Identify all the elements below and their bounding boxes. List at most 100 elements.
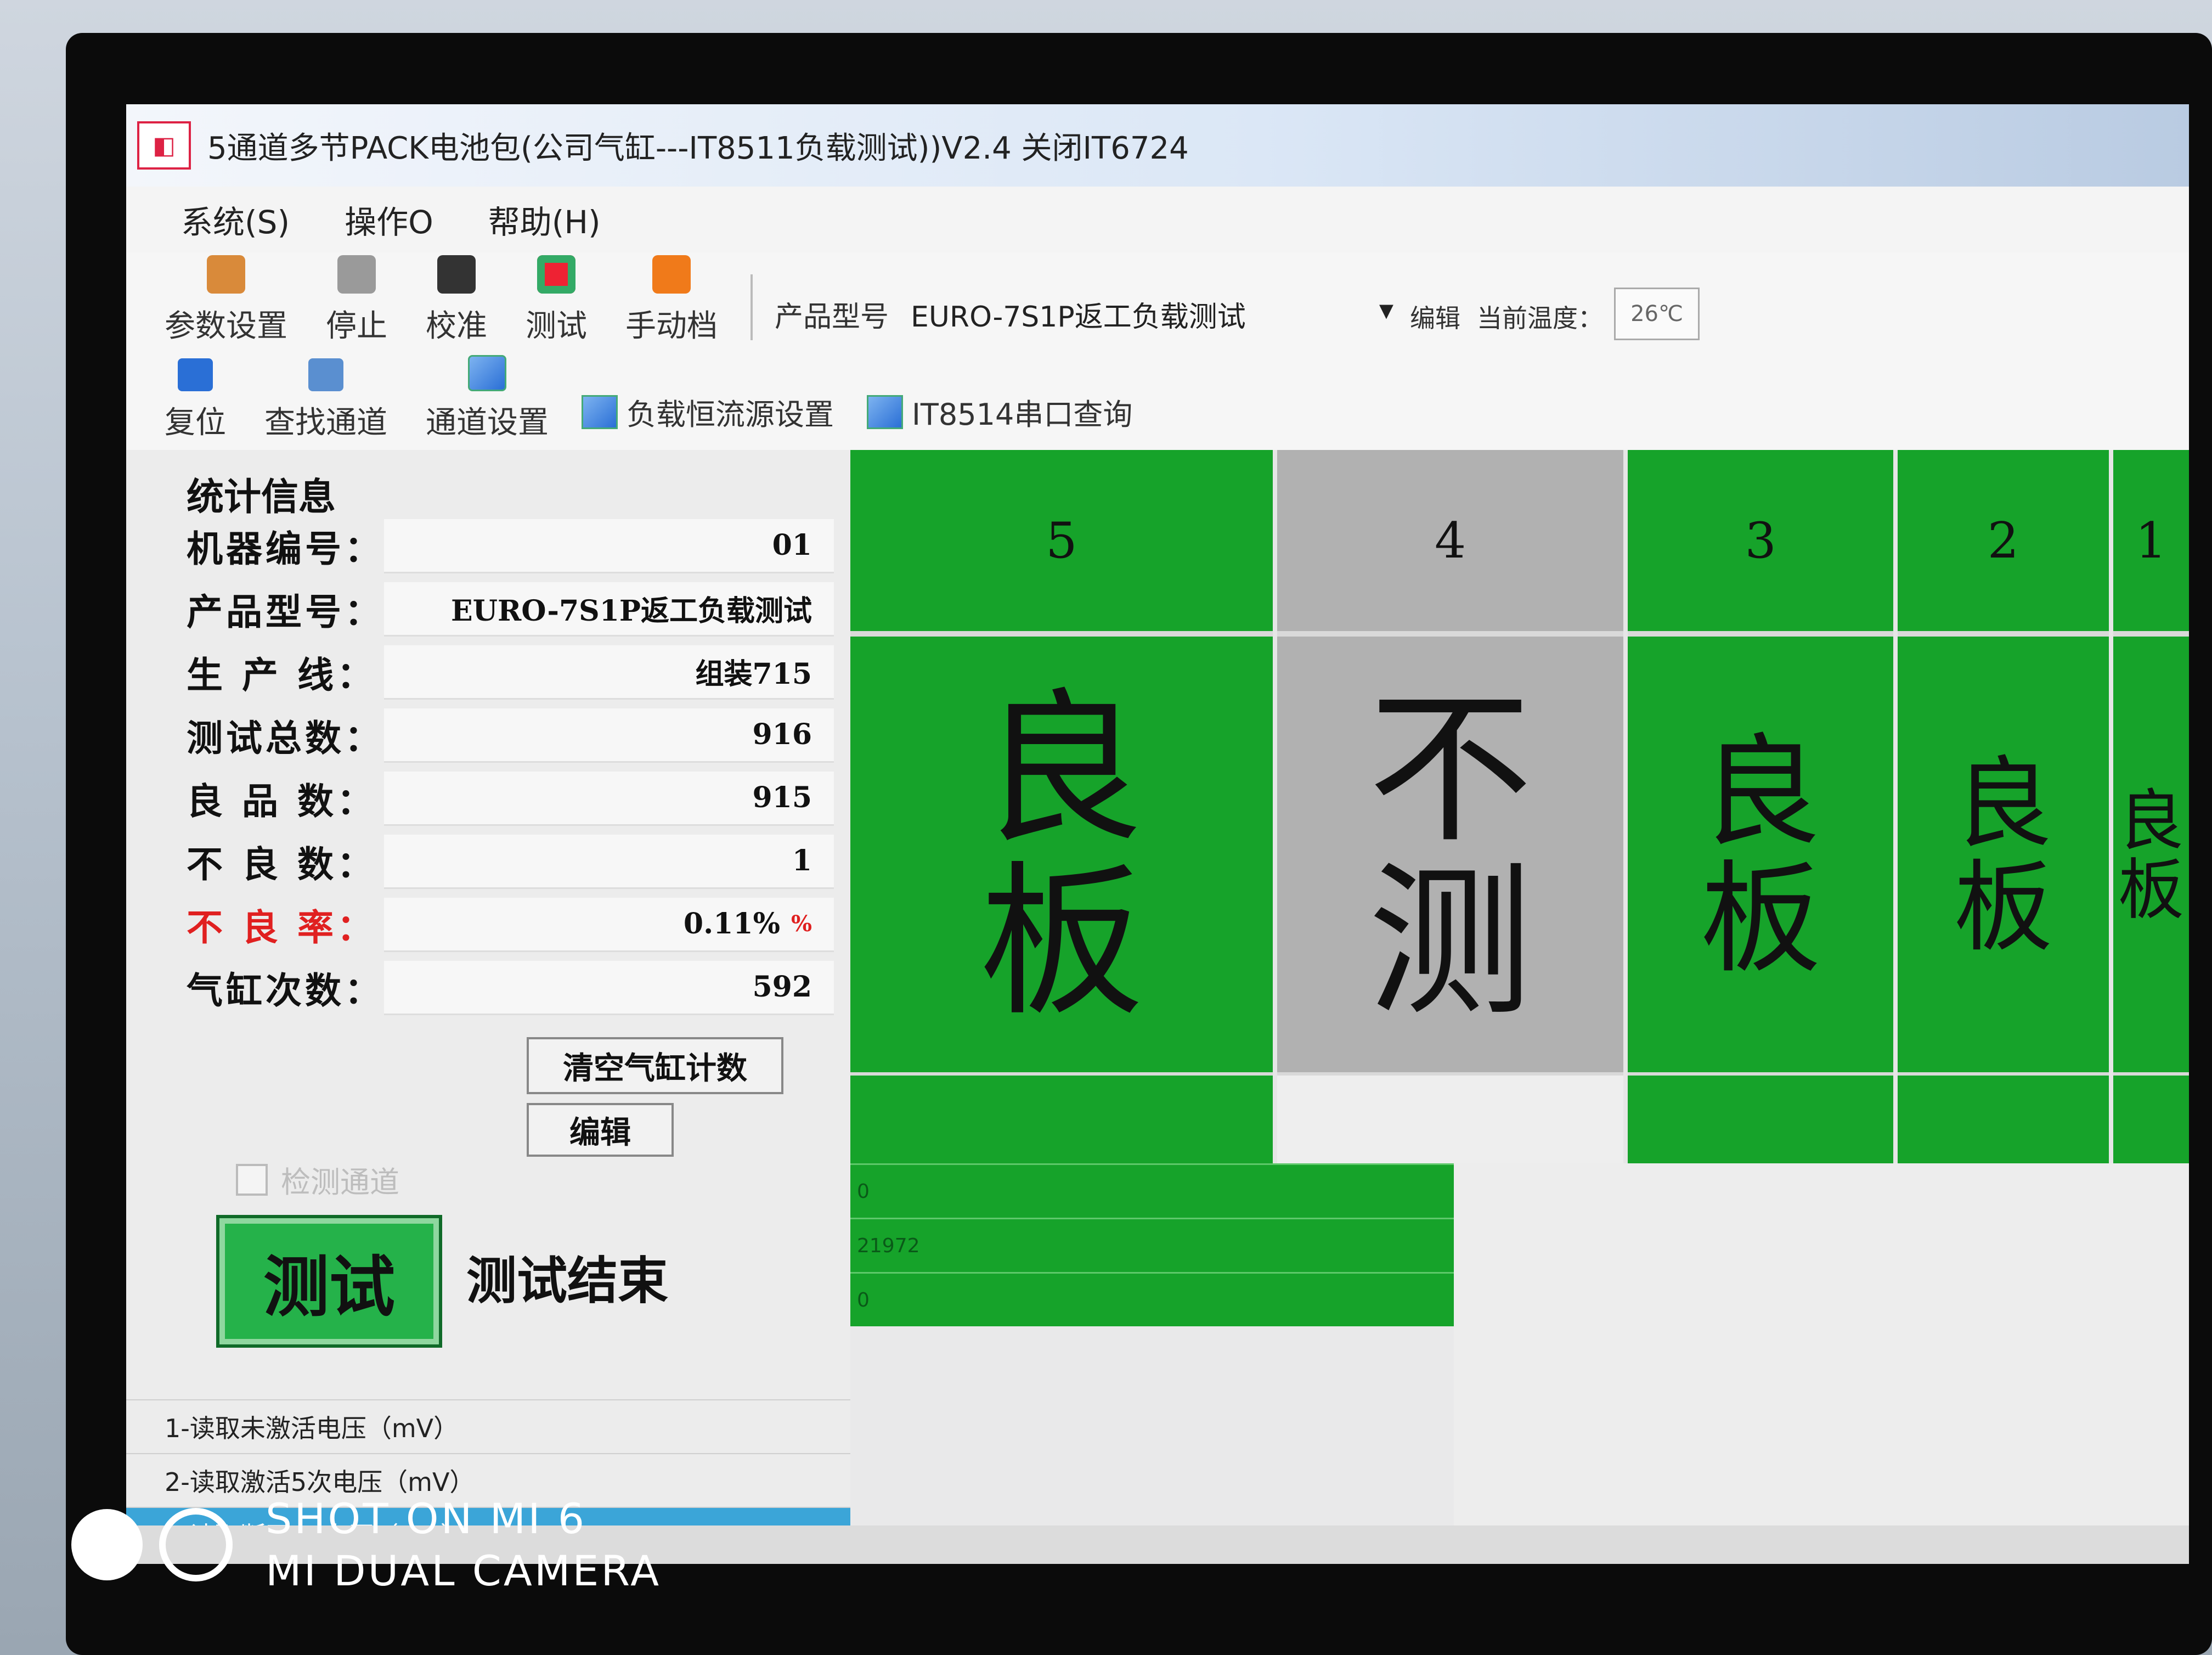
camera-watermark: SHOT ON MI 6 MI DUAL CAMERA [71,1493,661,1597]
stop-label: 停止 [326,308,387,344]
test-toolbar-label: 测试 [526,308,587,344]
find-channel-label: 查找通道 [264,405,387,441]
bad-label: 不 良 数： [187,843,376,886]
bad-value: 1 [384,834,834,889]
channel-number: 4 [1277,450,1624,637]
good-value: 915 [384,771,834,826]
channel-5-readings: 0 21972 0 [850,1163,1454,1326]
watermark-line2: MI DUAL CAMERA [266,1546,662,1595]
statistics-panel: 统计信息 机器编号： 01 产品型号： EURO-7S1P返工负载测试 生 产 … [126,450,850,1564]
channel-footer [2113,1072,2189,1163]
product-label: 产品型号： [187,591,384,633]
bad-rate-row: 不 良 率： 0.11% % [187,894,834,955]
percent-sign: % [791,911,812,937]
test-status-text: 测试结束 [466,1252,669,1310]
product-model-value: EURO-7S1P返工负载测试 [911,301,1246,334]
load-source-settings-label: 负载恒流源设置 [627,397,834,432]
channel-2[interactable]: 2 良 板 [1897,450,2113,1163]
play-icon [652,255,691,294]
edit-model-button[interactable]: 编辑 [1410,299,1460,357]
channel-3[interactable]: 3 良 板 [1628,450,1898,1163]
picture-icon [468,355,506,391]
main-toolbar: 参数设置 停止 校准 测试 手动档 产品型号 EURO-7S1P返工负载测试 ▾… [126,252,2189,357]
channel-number: 1 [2113,450,2189,637]
reading-cell: 0 [850,1163,1454,1218]
find-channel-button[interactable]: 查找通道 [264,358,387,450]
test-toolbar-button[interactable]: 测试 [526,255,587,357]
chevron-down-icon: ▾ [1379,294,1394,327]
app-window: ◧ 5通道多节PACK电池包(公司气缸---IT8511负载测试))V2.4 关… [126,104,2189,1564]
channel-result-line1: 良 [1954,747,2053,862]
test-icon [537,255,575,294]
undo-icon [178,358,213,391]
channel-result-line1: 良 [1700,722,1821,863]
channel-4[interactable]: 4 不 测 [1277,450,1628,1163]
clear-cylinder-button[interactable]: 清空气缸计数 [527,1037,783,1094]
line-label: 生 产 线： [187,654,376,696]
stop-icon [337,255,376,294]
test-button[interactable]: 测试 [219,1218,439,1344]
blank-lower-area [1454,1163,2189,1564]
channel-result: 不 测 [1277,637,1624,1076]
reset-label: 复位 [165,405,226,441]
channel-result-line2: 板 [2118,852,2184,928]
detect-channel-option[interactable]: 检测通道 [236,1158,399,1201]
serial-query-button[interactable]: IT8514串口查询 [867,390,1132,450]
good-row: 良 品 数： 915 [187,768,834,829]
search-icon [308,358,343,391]
machine-no-row: 机器编号： 01 [187,516,834,576]
channel-grid: 5 良 板 4 不 测 3 良 板 2 良 板 1 良 板 [850,450,2189,1163]
channel-result-line1: 不 [1368,674,1533,865]
line-value: 组装715 [384,645,834,700]
detect-channel-checkbox[interactable] [236,1163,268,1196]
line-row: 生 产 线： 组装715 [187,642,834,702]
cylinder-row: 气缸次数： 592 [187,958,834,1018]
channel-result: 良 板 [1628,637,1893,1076]
calibrate-icon [437,255,476,294]
statistics-title: 统计信息 [187,476,336,519]
channel-result-line2: 板 [1700,849,1821,989]
toolbar-separator [751,274,753,340]
bad-rate-number: 0.11% [683,907,780,941]
temperature-value: 26℃ [1614,288,1700,340]
channel-number: 3 [1628,450,1893,637]
channel-number: 5 [850,450,1273,637]
good-label: 良 品 数： [187,780,376,823]
watermark-ring-icon [159,1508,233,1581]
param-settings-label: 参数设置 [165,308,287,344]
machine-no-label: 机器编号： [187,528,384,570]
channel-result: 良 板 [1898,637,2109,1076]
temperature-label: 当前温度： [1477,303,1604,333]
product-model-select[interactable]: EURO-7S1P返工负载测试 ▾ [911,294,1393,357]
stop-button[interactable]: 停止 [326,255,387,357]
step-item[interactable]: 1-读取未激活电压（mV） [126,1399,850,1453]
param-settings-button[interactable]: 参数设置 [165,255,287,357]
calibrate-button[interactable]: 校准 [426,255,487,357]
reading-cell: 0 [850,1272,1454,1326]
channel-settings-button[interactable]: 通道设置 [426,355,549,450]
menu-operate[interactable]: 操作O [345,196,433,243]
channel-result-line2: 板 [1954,851,2053,965]
reading-cell: 21972 [850,1218,1454,1272]
watermark-line1: SHOT ON MI 6 [266,1494,587,1543]
channel-1[interactable]: 1 良 板 [2113,450,2189,1163]
bad-rate-label: 不 良 率： [187,907,376,949]
secondary-toolbar: 复位 查找通道 通道设置 负载恒流源设置 IT8514串口查询 [126,355,2189,450]
menu-help[interactable]: 帮助(H) [488,196,601,243]
channel-result: 良 板 [850,637,1273,1076]
channel-result-line2: 测 [1368,847,1533,1038]
channel-result-line2: 板 [979,847,1144,1038]
manual-mode-button[interactable]: 手动档 [625,255,718,357]
channel-result-line1: 良 [979,674,1144,865]
load-source-settings-button[interactable]: 负载恒流源设置 [582,390,834,450]
edit-button[interactable]: 编辑 [527,1103,674,1157]
channel-5[interactable]: 5 良 板 [850,450,1277,1163]
calibrate-label: 校准 [426,308,487,344]
menu-system[interactable]: 系统(S) [181,196,290,243]
watermark-text: SHOT ON MI 6 MI DUAL CAMERA [266,1493,661,1597]
machine-no-value: 01 [384,519,834,573]
product-row: 产品型号： EURO-7S1P返工负载测试 [187,579,834,639]
reset-button[interactable]: 复位 [165,358,226,450]
picture-icon [582,395,618,429]
watermark-dot-icon [71,1509,143,1580]
